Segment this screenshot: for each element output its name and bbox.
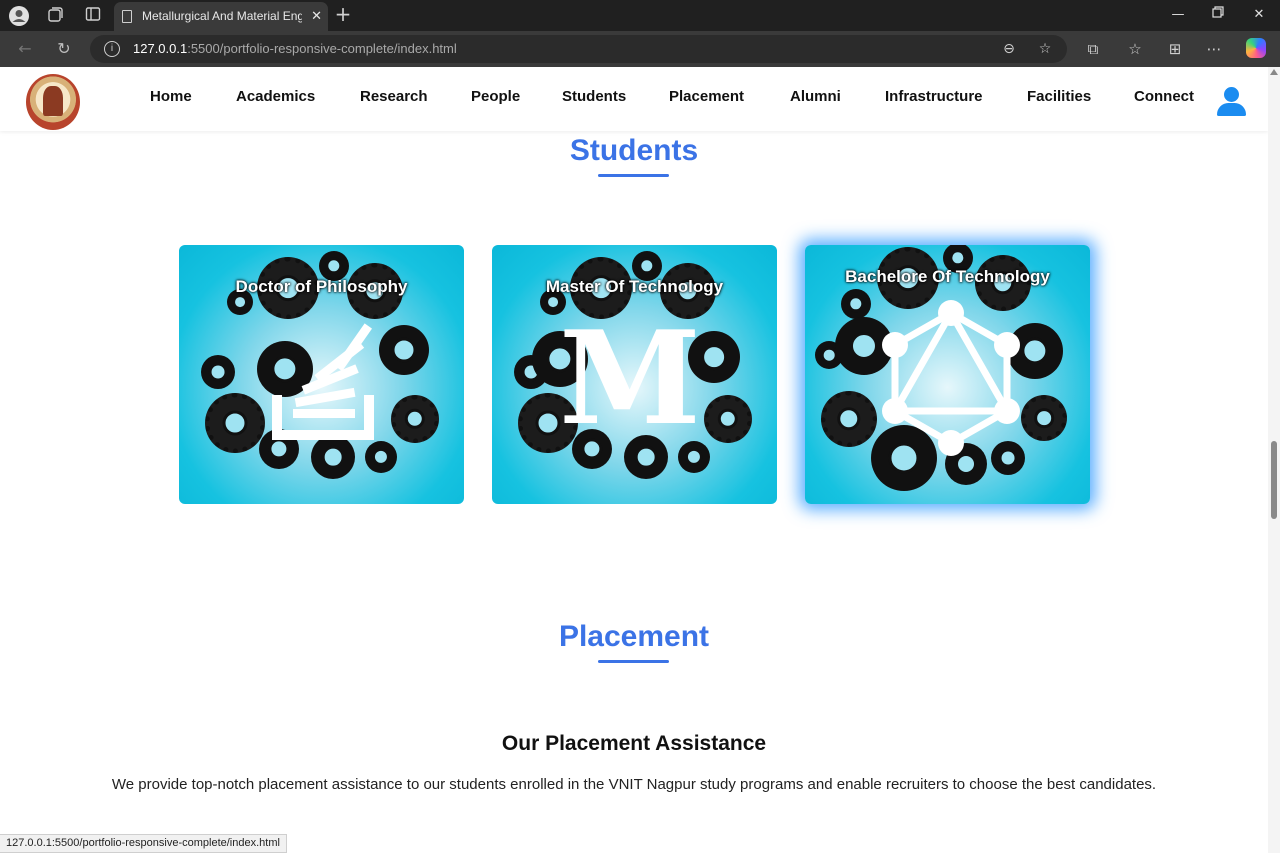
profile-icon[interactable] [8, 5, 29, 26]
students-heading: Students [569, 134, 699, 167]
workspaces-icon[interactable] [45, 5, 65, 25]
placement-description: We provide top-notch placement assistanc… [111, 776, 1157, 793]
more-menu-icon[interactable]: ⋯ [1203, 38, 1225, 60]
phd-card[interactable]: Doctor of Philosophy [179, 245, 464, 504]
nav-placement[interactable]: Placement [669, 88, 744, 105]
nav-academics[interactable]: Academics [236, 88, 315, 105]
svg-text:M: M [564, 319, 696, 429]
close-window-icon[interactable]: ✕ [1246, 4, 1272, 26]
site-info-icon[interactable]: i [104, 41, 120, 57]
nav-connect[interactable]: Connect [1134, 88, 1194, 105]
copilot-icon[interactable] [1246, 38, 1266, 58]
url-text[interactable]: 127.0.0.1:5500/portfolio-responsive-comp… [133, 35, 457, 63]
active-tab[interactable]: Metallurgical And Material Engineering ✕ [114, 2, 328, 31]
nav-students[interactable]: Students [562, 88, 626, 105]
nav-people[interactable]: People [471, 88, 520, 105]
nav-research[interactable]: Research [360, 88, 428, 105]
user-account-icon[interactable] [1216, 87, 1246, 117]
phd-card-title: Doctor of Philosophy [235, 277, 408, 296]
extensions-icon[interactable]: ⧉ [1082, 38, 1104, 60]
vertical-tabs-icon[interactable] [83, 5, 103, 25]
reader-icon[interactable]: ⊖ [1000, 40, 1018, 58]
site-header: Home Academics Research People Students … [0, 67, 1268, 131]
placement-heading: Placement [558, 620, 710, 653]
minimize-icon[interactable]: — [1165, 4, 1191, 26]
btech-card-title: Bachelore Of Technology [845, 267, 1050, 286]
institute-logo[interactable] [26, 74, 80, 130]
browser-titlebar: Metallurgical And Material Engineering ✕… [0, 0, 1280, 31]
new-tab-icon[interactable]: + [332, 4, 354, 26]
nav-facilities[interactable]: Facilities [1027, 88, 1091, 105]
refresh-icon[interactable]: ↻ [53, 38, 75, 60]
mtech-card-title: Master Of Technology [545, 277, 724, 296]
back-icon[interactable]: ← [14, 38, 36, 60]
favorite-star-icon[interactable]: ☆ [1036, 40, 1054, 58]
nav-home[interactable]: Home [150, 88, 192, 105]
nav-infrastructure[interactable]: Infrastructure [885, 88, 983, 105]
scroll-thumb[interactable] [1271, 441, 1277, 519]
scroll-up-icon[interactable] [1270, 69, 1278, 75]
link-status-bar: 127.0.0.1:5500/portfolio-responsive-comp… [0, 834, 287, 853]
stack-icon [271, 313, 381, 447]
tab-title: Metallurgical And Material Engineering [142, 9, 302, 23]
placement-underline [598, 660, 669, 663]
page-scrollbar[interactable] [1268, 67, 1280, 853]
nav-alumni[interactable]: Alumni [790, 88, 841, 105]
page-viewport: Home Academics Research People Students … [0, 67, 1268, 853]
graph-network-icon [879, 299, 1023, 463]
address-bar[interactable]: i 127.0.0.1:5500/portfolio-responsive-co… [90, 35, 1067, 63]
collections-icon[interactable]: ⊞ [1164, 38, 1186, 60]
document-icon [122, 10, 132, 23]
students-underline [598, 174, 669, 177]
mtech-card[interactable]: M Master Of Technology [492, 245, 777, 504]
browser-toolbar: ← ↻ i 127.0.0.1:5500/portfolio-responsiv… [0, 31, 1280, 67]
placement-subheading: Our Placement Assistance [501, 732, 767, 755]
favorites-icon[interactable]: ☆ [1124, 38, 1146, 60]
tab-close-icon[interactable]: ✕ [311, 2, 322, 30]
btech-card[interactable]: Bachelore Of Technology [805, 245, 1090, 504]
letter-m-icon: M [559, 304, 701, 454]
restore-icon[interactable] [1205, 4, 1231, 26]
